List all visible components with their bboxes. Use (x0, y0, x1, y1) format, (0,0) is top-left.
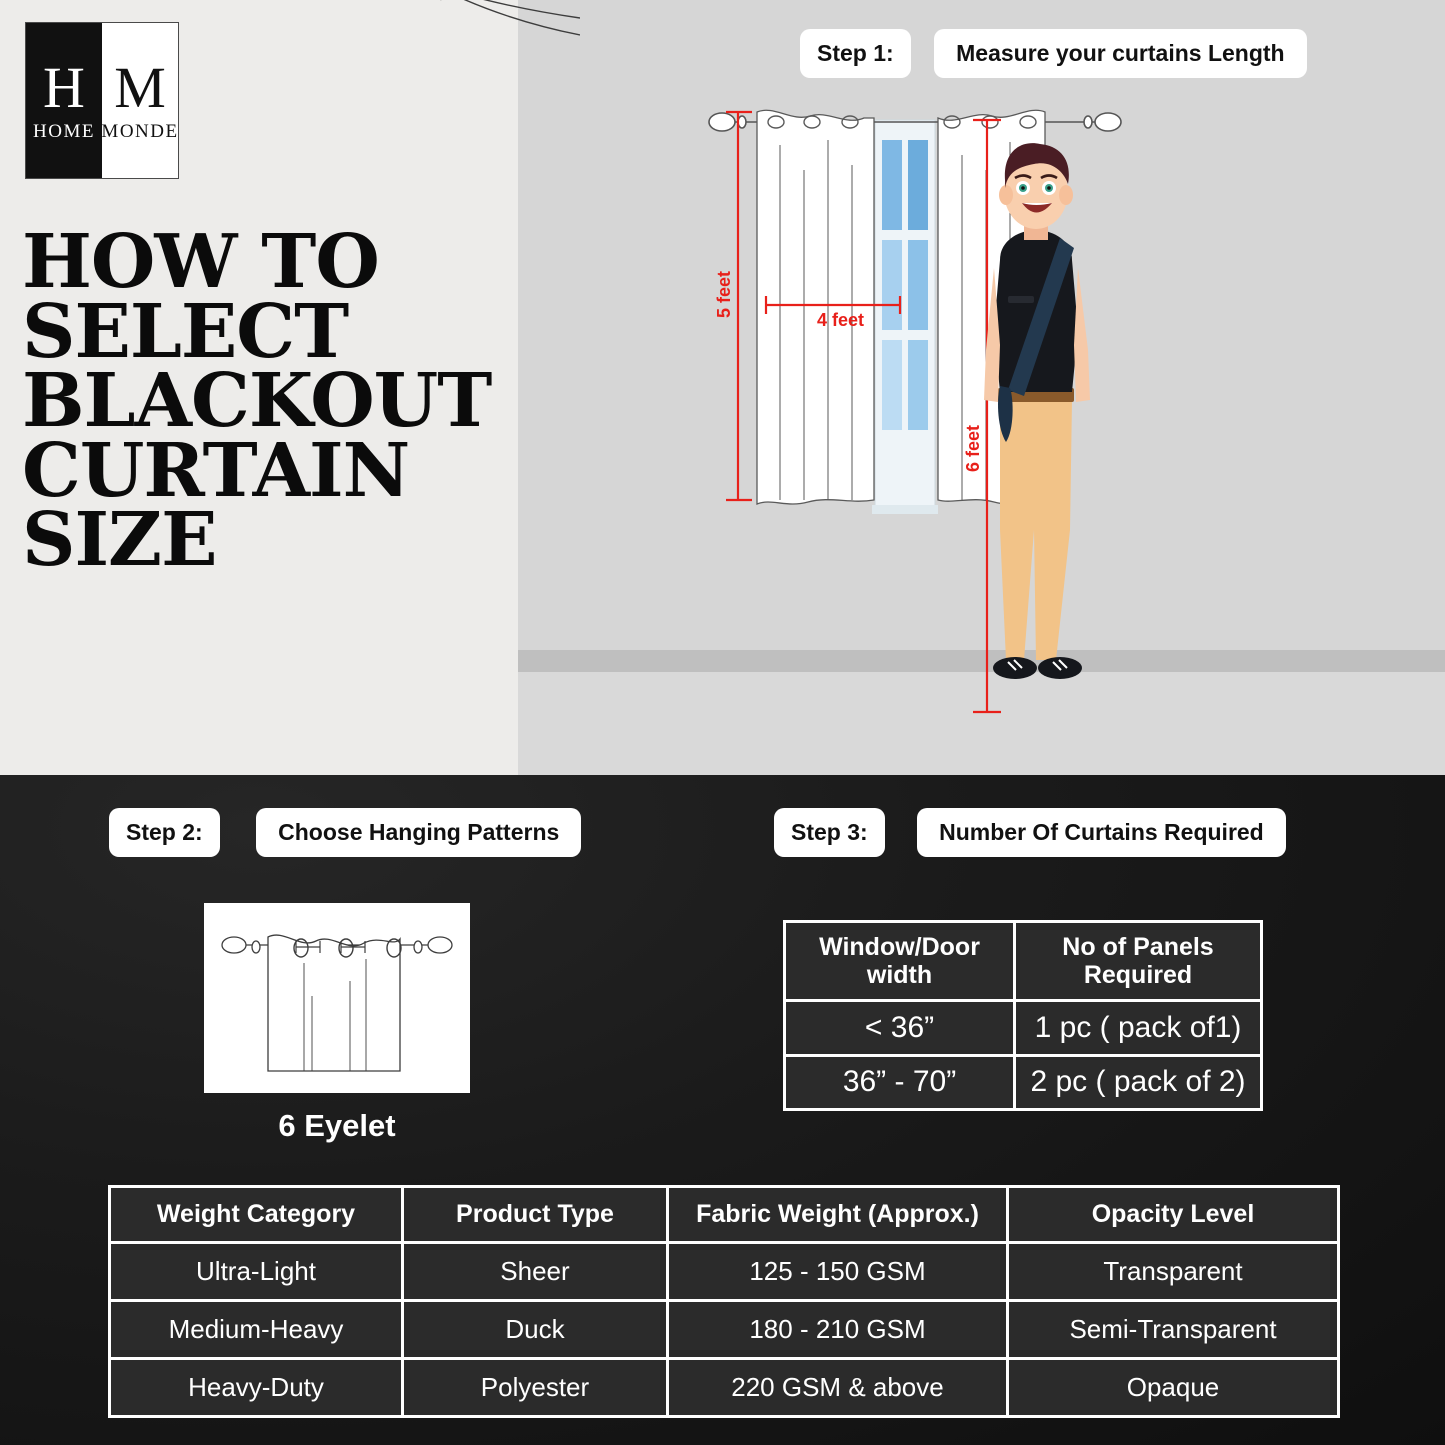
weights-r2-c2: 220 GSM & above (669, 1360, 1009, 1415)
weights-header-2: Fabric Weight (Approx.) (669, 1188, 1009, 1244)
weights-r1-c2: 180 - 210 GSM (669, 1302, 1009, 1360)
step1-title: Measure your curtains Length (934, 29, 1307, 78)
page-title: HOW TO SELECT BLACKOUT CURTAIN SIZE (22, 219, 502, 584)
panels-header-1: No of Panels Required (1016, 923, 1260, 1002)
infographic-poster: H HOME M MONDE HOW TO SELECT BLACKOUT CU… (0, 0, 1445, 1445)
logo-letter-h: H (43, 54, 85, 120)
label-5-feet: 5 feet (714, 270, 734, 318)
step3-header: Step 3: Number Of Curtains Required (774, 808, 1286, 857)
label-4-feet: 4 feet (817, 310, 865, 330)
weights-header-1: Product Type (404, 1188, 669, 1244)
step3-badge: Step 3: (774, 808, 885, 857)
table-row: Medium-Heavy Duck 180 - 210 GSM Semi-Tra… (111, 1302, 1337, 1360)
curtain-room-illustration (708, 109, 1122, 714)
table-header-row: Weight Category Product Type Fabric Weig… (111, 1188, 1337, 1244)
table-row: < 36” 1 pc ( pack of1) (786, 1002, 1260, 1057)
table-header-row: Window/Door width No of Panels Required (786, 923, 1260, 1002)
weights-r1-c3: Semi-Transparent (1009, 1302, 1337, 1360)
step3-title: Number Of Curtains Required (917, 808, 1286, 857)
logo-left-half: H HOME (26, 23, 102, 178)
eyelet-curtain-icon (221, 934, 453, 1072)
weights-r0-c2: 125 - 150 GSM (669, 1244, 1009, 1302)
eyelet-pattern-card (204, 903, 470, 1093)
table-row: Ultra-Light Sheer 125 - 150 GSM Transpar… (111, 1244, 1337, 1302)
step2-header: Step 2: Choose Hanging Patterns (109, 808, 582, 857)
weights-r0-c1: Sheer (404, 1244, 669, 1302)
step2-title: Choose Hanging Patterns (256, 808, 582, 857)
logo-word-monde: MONDE (101, 120, 179, 142)
logo-word-home: HOME (33, 120, 95, 142)
title-line-5: SIZE (22, 497, 217, 584)
step2-badge: Step 2: (109, 808, 220, 857)
panels-required-table: Window/Door width No of Panels Required … (783, 920, 1263, 1111)
panels-header-0: Window/Door width (786, 923, 1017, 1002)
panels-r0-c1: 1 pc ( pack of1) (1016, 1002, 1260, 1057)
label-6-feet: 6 feet (963, 424, 983, 472)
window-icon (872, 119, 938, 514)
weights-header-0: Weight Category (111, 1188, 404, 1244)
table-row: Heavy-Duty Polyester 220 GSM & above Opa… (111, 1360, 1337, 1415)
title-line-4: CURTAIN (22, 427, 410, 514)
weights-r0-c3: Transparent (1009, 1244, 1337, 1302)
table-row: 36” - 70” 2 pc ( pack of 2) (786, 1056, 1260, 1108)
weights-r2-c0: Heavy-Duty (111, 1360, 404, 1415)
logo-letter-m: M (114, 54, 166, 120)
top-section: H HOME M MONDE HOW TO SELECT BLACKOUT CU… (0, 0, 1445, 775)
curtain-panel-left (756, 109, 875, 505)
panels-r1-c0: 36” - 70” (786, 1056, 1017, 1108)
brand-logo: H HOME M MONDE (25, 22, 179, 179)
title-line-3: BLACKOUT (22, 358, 492, 445)
weights-r2-c3: Opaque (1009, 1360, 1337, 1415)
step1-header: Step 1: Measure your curtains Length (800, 29, 1307, 78)
weights-r1-c0: Medium-Heavy (111, 1302, 404, 1360)
weights-r2-c1: Polyester (404, 1360, 669, 1415)
step1-badge: Step 1: (800, 29, 911, 78)
title-line-2: SELECT (22, 288, 349, 375)
panels-r1-c1: 2 pc ( pack of 2) (1016, 1056, 1260, 1108)
logo-right-half: M MONDE (101, 23, 179, 178)
weights-r0-c0: Ultra-Light (111, 1244, 404, 1302)
fabric-weight-table: Weight Category Product Type Fabric Weig… (108, 1185, 1340, 1418)
eyelet-caption: 6 Eyelet (278, 1108, 396, 1143)
title-line-1: HOW TO (22, 219, 380, 305)
panels-r0-c0: < 36” (786, 1002, 1017, 1057)
weights-header-3: Opacity Level (1009, 1188, 1337, 1244)
weights-r1-c1: Duck (404, 1302, 669, 1360)
